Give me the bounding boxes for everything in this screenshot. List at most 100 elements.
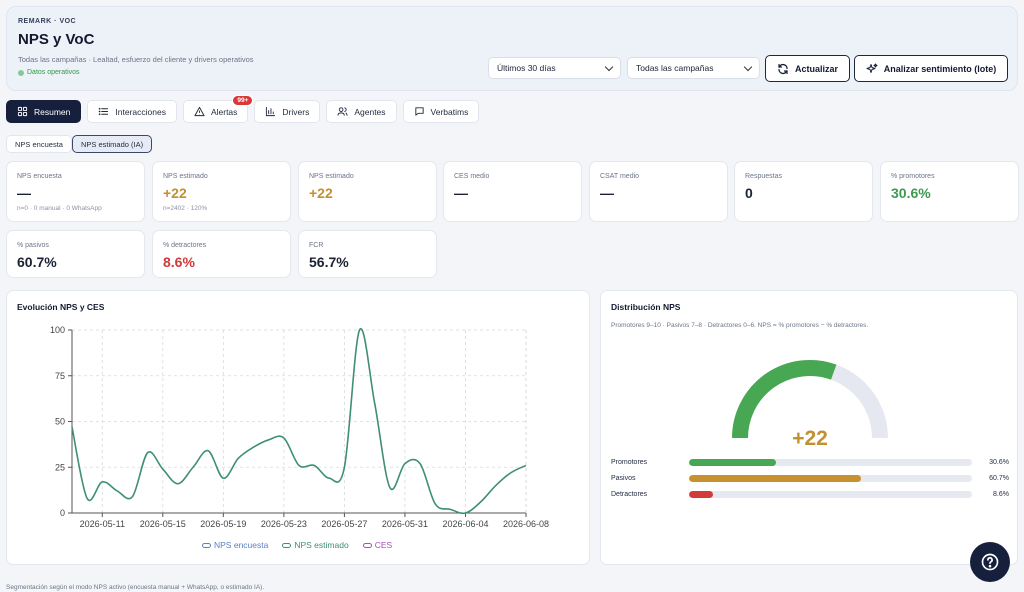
tab-label: Interacciones — [115, 106, 166, 117]
x-tick-label: 2026-05-27 — [321, 519, 367, 529]
analyze-sentiment-button[interactable]: Analizar sentimiento (lote) — [854, 55, 1008, 82]
kpi-value: — — [454, 185, 468, 201]
legend-swatch-icon — [202, 542, 211, 548]
campaign-select[interactable]: Todas las campañas — [627, 57, 760, 79]
tab-label: Agentes — [354, 106, 386, 117]
kpi-label: NPS encuesta — [17, 173, 62, 180]
kpi-label: NPS estimado — [309, 173, 354, 180]
legend-swatch-icon — [362, 542, 372, 548]
kpi-detractors: % detractores 8.6% — [152, 230, 291, 278]
tab-verbatims[interactable]: Verbatims — [402, 100, 480, 123]
x-tick-label: 2026-06-04 — [442, 519, 488, 529]
kpi-sub: n=0 · 0 manual · 0 WhatsApp — [17, 205, 102, 212]
evolution-card: Evolución NPS y CES 0 25 50 75 100 2026-05-11… — [6, 290, 590, 565]
legend-item-nps-estimated[interactable]: NPS estimado — [282, 540, 349, 550]
dist-label: Pasivos — [611, 474, 636, 482]
x-tick-label: 2026-05-15 — [140, 519, 186, 529]
kpi-ces: CES medio — — [443, 161, 582, 222]
page-subtitle: Todas las campañas · Lealtad, esfuerzo d… — [18, 55, 254, 64]
refresh-icon — [778, 63, 788, 74]
tab-label: Verbatims — [430, 106, 469, 117]
kpi-passives: % pasivos 60.7% — [6, 230, 145, 278]
kpi-nps-estimated-2: NPS estimado +22 — [298, 161, 437, 222]
grid-icon — [17, 106, 28, 117]
dist-bar — [689, 474, 861, 482]
status-badge: Datos operativos — [18, 69, 80, 76]
kpi-promoters: % promotores 30.6% — [880, 161, 1019, 222]
distribution-card: Distribución NPS Promotores 9–10 · Pasiv… — [600, 290, 1018, 565]
gauge-score: +22 — [792, 427, 828, 450]
y-tick-label: 75 — [55, 371, 65, 381]
chevron-down-icon — [743, 62, 753, 71]
message-icon — [414, 107, 424, 116]
series-line-1 — [71, 327, 527, 515]
tab-resumen[interactable]: Resumen — [6, 100, 82, 123]
sparkles-icon — [866, 63, 878, 73]
kpi-value: 60.7% — [17, 254, 57, 270]
mode-survey-toggle[interactable]: NPS encuesta — [6, 135, 72, 153]
kpi-value: — — [17, 185, 31, 201]
x-tick-label: 2026-05-11 — [80, 519, 125, 529]
kpi-label: % pasivos — [17, 242, 49, 249]
kpi-label: CSAT medio — [600, 173, 640, 180]
dist-row-promoters: Promotores 30.6% — [611, 457, 1009, 467]
kpi-fcr: FCR 56.7% — [298, 230, 437, 278]
dist-label: Detractores — [611, 490, 648, 498]
legend-item-nps-survey[interactable]: NPS encuesta — [202, 540, 268, 550]
dist-bar — [689, 458, 776, 466]
kpi-value: 56.7% — [309, 254, 349, 270]
page-header: REMARK · VOC NPS y VoC Todas las campaña… — [6, 6, 1018, 91]
analyze-sentiment-label: Analizar sentimiento (lote) — [883, 63, 997, 74]
tab-label: Alertas — [210, 106, 238, 117]
refresh-button[interactable]: Actualizar — [765, 55, 850, 82]
x-tick-label: 2026-06-08 — [503, 519, 549, 529]
dist-pct: 8.6% — [993, 490, 1009, 498]
kpi-nps-estimated: NPS estimado +22 n=2402 · 120% — [152, 161, 291, 222]
tab-label: Drivers — [282, 106, 310, 117]
help-icon — [981, 553, 999, 571]
kpi-value: 8.6% — [163, 254, 195, 270]
kpi-label: % detractores — [163, 242, 207, 249]
chevron-down-icon — [604, 62, 614, 71]
kpi-value: 0 — [745, 185, 753, 201]
tab-drivers[interactable]: Drivers — [254, 100, 321, 123]
x-tick-label: 2026-05-23 — [261, 519, 307, 529]
warning-icon — [194, 106, 205, 117]
dist-track — [689, 458, 972, 466]
dist-track — [689, 474, 972, 482]
legend-label: NPS estimado — [294, 540, 349, 550]
dist-row-detractors: Detractores 8.6% — [611, 489, 1009, 499]
x-tick-label: 2026-05-31 — [382, 519, 428, 529]
alerts-count-badge: 99+ — [232, 95, 254, 106]
mode-estimated-toggle[interactable]: NPS estimado (IA) — [72, 135, 153, 153]
date-range-value: Últimos 30 días — [497, 63, 556, 73]
tab-interacciones[interactable]: Interacciones — [87, 100, 177, 123]
legend-swatch-icon — [282, 542, 292, 548]
tab-agentes[interactable]: Agentes — [326, 100, 397, 123]
date-range-select[interactable]: Últimos 30 días — [488, 57, 621, 79]
list-icon — [99, 107, 109, 116]
legend-label: CES — [374, 540, 393, 550]
tab-alertas[interactable]: Alertas 99+ — [182, 95, 254, 123]
users-icon — [337, 107, 348, 116]
tab-label: Resumen — [34, 106, 71, 117]
status-text: Datos operativos — [27, 69, 80, 76]
help-button[interactable] — [970, 542, 1010, 582]
x-tick-label: 2026-05-19 — [200, 519, 246, 529]
bar-chart-icon — [266, 106, 276, 117]
kpi-responses: Respuestas 0 — [734, 161, 873, 222]
kpi-value: +22 — [309, 185, 333, 201]
status-dot-icon — [18, 69, 24, 76]
y-tick-label: 100 — [50, 325, 65, 335]
y-tick-label: 25 — [55, 462, 65, 472]
kpi-value: +22 — [163, 185, 187, 201]
y-tick-label: 0 — [60, 508, 65, 518]
kpi-sub: n=2402 · 120% — [163, 205, 208, 212]
footer-note: Segmentación según el modo NPS activo (e… — [6, 584, 265, 591]
dist-row-passives: Pasivos 60.7% — [611, 473, 1009, 483]
legend-item-ces[interactable]: CES — [362, 540, 393, 550]
dist-track — [689, 490, 972, 498]
kpi-value: — — [600, 185, 614, 201]
campaign-value: Todas las campañas — [636, 63, 714, 73]
kpi-value: 30.6% — [891, 185, 931, 201]
